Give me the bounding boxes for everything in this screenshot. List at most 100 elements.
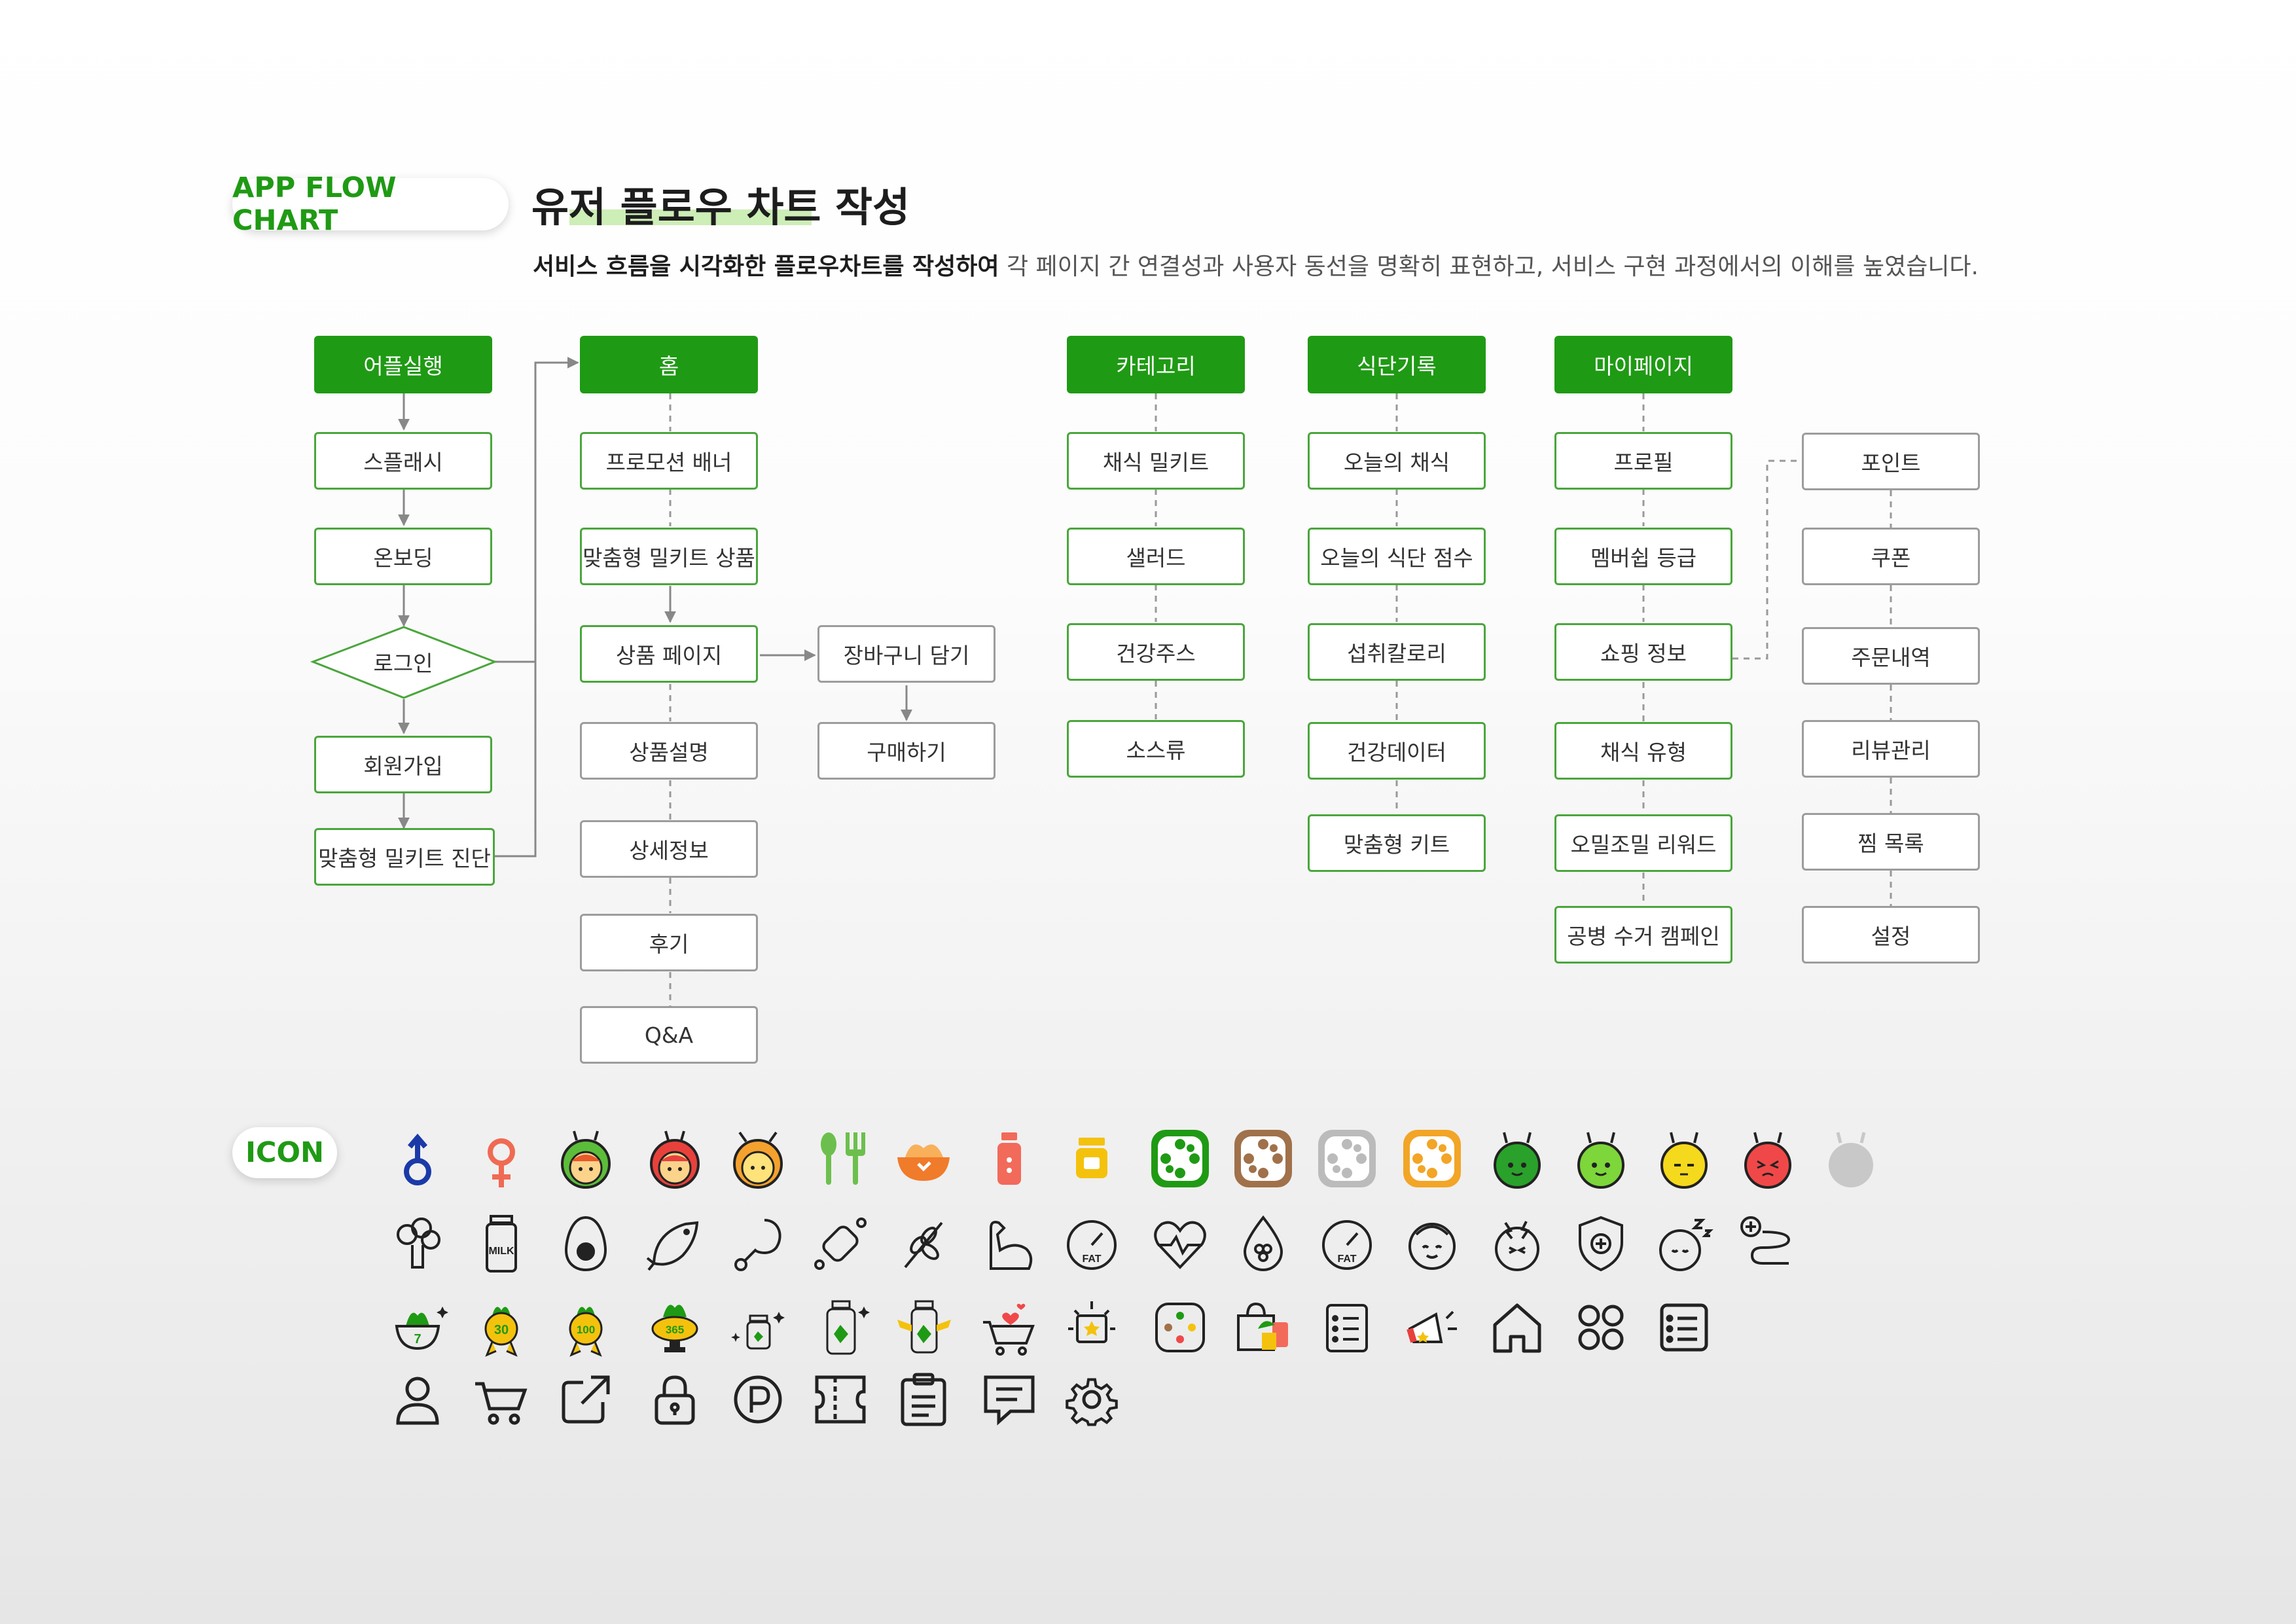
- wheat-icon: [892, 1212, 955, 1275]
- reward-trophy-365-icon: 365: [643, 1296, 706, 1359]
- sleepy-face-icon: [1653, 1212, 1715, 1275]
- badge-7-label: 7: [414, 1332, 421, 1346]
- node-product-desc[interactable]: 상품설명: [580, 722, 758, 780]
- node-home[interactable]: 홈: [580, 336, 758, 393]
- stressed-face-icon: [1486, 1212, 1549, 1275]
- fish-icon: [643, 1212, 706, 1275]
- node-health-juice[interactable]: 건강주스: [1067, 623, 1245, 681]
- node-vegan-mealkit[interactable]: 채식 밀키트: [1067, 432, 1245, 490]
- node-shopping-info[interactable]: 쇼핑 정보: [1554, 623, 1732, 681]
- green-vegan-badge-icon: [1149, 1127, 1211, 1190]
- reward-medal-100-icon: 100: [554, 1296, 617, 1359]
- light-green-character-icon: [1570, 1127, 1632, 1190]
- node-health-data[interactable]: 건강데이터: [1308, 722, 1486, 780]
- node-splash[interactable]: 스플래시: [314, 432, 492, 490]
- node-points[interactable]: 포인트: [1802, 433, 1980, 490]
- node-order-history[interactable]: 주문내역: [1802, 627, 1980, 685]
- node-custom-mealkit[interactable]: 맞춤형 밀키트 상품: [580, 528, 758, 585]
- node-diet-record[interactable]: 식단기록: [1308, 336, 1486, 393]
- dark-green-character-icon: [1486, 1127, 1549, 1190]
- node-today-diet-score[interactable]: 오늘의 식단 점수: [1308, 528, 1486, 585]
- home-icon[interactable]: [1486, 1296, 1549, 1359]
- fat-meter-icon: FAT: [1316, 1212, 1378, 1275]
- node-review-manage[interactable]: 리뷰관리: [1802, 720, 1980, 778]
- cart-hearts-icon: [978, 1296, 1041, 1359]
- list-icon[interactable]: [1653, 1296, 1715, 1359]
- node-category[interactable]: 카테고리: [1067, 336, 1245, 393]
- lock-icon[interactable]: [643, 1368, 706, 1431]
- node-product-page[interactable]: 상품 페이지: [580, 625, 758, 683]
- yellow-character-icon: [1653, 1127, 1715, 1190]
- reward-bowl-7-icon: 7: [386, 1296, 449, 1359]
- meat-bone-icon: [809, 1212, 872, 1275]
- category-icon[interactable]: [1570, 1296, 1632, 1359]
- node-detail-info[interactable]: 상세정보: [580, 820, 758, 878]
- review-icon[interactable]: [978, 1368, 1041, 1431]
- user-icon[interactable]: [386, 1368, 449, 1431]
- node-review[interactable]: 후기: [580, 914, 758, 971]
- node-qna[interactable]: Q&A: [580, 1006, 758, 1064]
- node-membership[interactable]: 멤버쉽 등급: [1554, 528, 1732, 585]
- green-character-hood-icon: [554, 1127, 617, 1190]
- gold-vegan-badge-icon: [1401, 1127, 1463, 1190]
- milk-label: MILK: [488, 1246, 514, 1257]
- fat-label: FAT: [1082, 1254, 1101, 1265]
- female-icon: [470, 1131, 533, 1194]
- vegan-badge-outline-icon: [1149, 1296, 1211, 1359]
- node-custom-kit[interactable]: 맞춤형 키트: [1308, 814, 1486, 872]
- juice-bottle-icon: [978, 1127, 1041, 1190]
- fat-meter-label: FAT: [1337, 1254, 1356, 1265]
- megaphone-icon: [1401, 1296, 1463, 1359]
- node-rewards[interactable]: 오밀조밀 리워드: [1554, 814, 1732, 872]
- heart-health-icon: [1149, 1212, 1211, 1275]
- point-icon[interactable]: [726, 1368, 789, 1431]
- badge-30-label: 30: [494, 1323, 509, 1337]
- node-mealkit-diagnosis[interactable]: 맞춤형 밀키트 진단: [314, 828, 495, 886]
- node-coupons[interactable]: 쿠폰: [1802, 528, 1980, 585]
- node-signup[interactable]: 회원가입: [314, 736, 492, 793]
- node-onboarding[interactable]: 온보딩: [314, 528, 492, 585]
- settings-gear-icon[interactable]: [1060, 1368, 1123, 1431]
- node-add-to-cart[interactable]: 장바구니 담기: [817, 625, 996, 683]
- gray-character-icon: [1820, 1127, 1882, 1190]
- node-vegan-type[interactable]: 채식 유형: [1554, 722, 1732, 780]
- male-icon: [386, 1131, 449, 1194]
- icon-section-label: ICON: [232, 1127, 337, 1178]
- egg-icon: [554, 1212, 617, 1275]
- reward-medal-30-icon: 30: [470, 1296, 533, 1359]
- sauce-jar-icon: [1060, 1127, 1123, 1190]
- checklist-icon: [1316, 1296, 1378, 1359]
- node-profile[interactable]: 프로필: [1554, 432, 1732, 490]
- node-app-launch[interactable]: 어플실행: [314, 336, 492, 393]
- badge-365-label: 365: [666, 1324, 684, 1336]
- node-login[interactable]: 로그인: [314, 633, 492, 691]
- brown-vegan-badge-icon: [1232, 1127, 1295, 1190]
- red-character-icon: [1736, 1127, 1799, 1190]
- yellow-character-hood-icon: [726, 1127, 789, 1190]
- node-salad[interactable]: 샐러드: [1067, 528, 1245, 585]
- chicken-leg-icon: [726, 1212, 789, 1275]
- health-shield-icon: [1570, 1212, 1632, 1275]
- milk-icon: MILK: [470, 1212, 533, 1275]
- fat-gauge-icon: FAT: [1060, 1212, 1123, 1275]
- salad-bowl-icon: [892, 1127, 955, 1190]
- happy-face-icon: [1401, 1212, 1463, 1275]
- cart-icon[interactable]: [470, 1368, 533, 1431]
- coupon-icon[interactable]: [809, 1368, 872, 1431]
- red-character-hood-icon: [643, 1127, 706, 1190]
- broccoli-icon: [386, 1212, 449, 1275]
- nutrient-drop-icon: [1232, 1212, 1295, 1275]
- node-purchase[interactable]: 구매하기: [817, 722, 996, 780]
- node-wishlist[interactable]: 찜 목록: [1802, 813, 1980, 871]
- node-promotion-banner[interactable]: 프로모션 배너: [580, 432, 758, 490]
- node-settings[interactable]: 설정: [1802, 906, 1980, 964]
- external-link-icon[interactable]: [554, 1368, 617, 1431]
- node-calorie-intake[interactable]: 섭취칼로리: [1308, 623, 1486, 681]
- recycle-bottle-icon: [809, 1296, 872, 1359]
- node-mypage[interactable]: 마이페이지: [1554, 336, 1732, 393]
- muscle-arm-icon: [978, 1212, 1041, 1275]
- clipboard-icon[interactable]: [892, 1368, 955, 1431]
- node-bottle-campaign[interactable]: 공병 수거 캠페인: [1554, 906, 1732, 964]
- node-sauces[interactable]: 소스류: [1067, 720, 1245, 778]
- node-today-vegan[interactable]: 오늘의 채식: [1308, 432, 1486, 490]
